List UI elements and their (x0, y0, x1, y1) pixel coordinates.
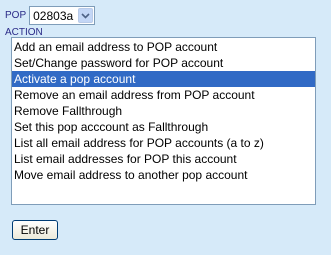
action-option[interactable]: List all email address for POP accounts … (12, 135, 315, 151)
enter-button[interactable]: Enter (12, 220, 58, 240)
chevron-down-icon (81, 12, 90, 19)
action-option[interactable]: Set this pop acccount as Fallthrough (12, 119, 315, 135)
pop-select[interactable]: 02803a (29, 6, 96, 25)
pop-select-value: 02803a (33, 8, 74, 23)
action-option[interactable]: Set/Change password for POP account (12, 55, 315, 71)
action-option[interactable]: Activate a pop account (12, 71, 315, 87)
action-option[interactable]: Remove an email address from POP account (12, 87, 315, 103)
action-listbox[interactable]: Add an email address to POP account Set/C… (11, 37, 316, 205)
pop-label: POP (5, 10, 27, 21)
action-option[interactable]: Add an email address to POP account (12, 39, 315, 55)
pop-row: POP 02803a (5, 5, 96, 26)
action-option[interactable]: List email addresses for POP this accoun… (12, 151, 315, 167)
dropdown-button[interactable] (78, 8, 94, 23)
action-option[interactable]: Remove Fallthrough (12, 103, 315, 119)
action-option[interactable]: Move email address to another pop accoun… (12, 167, 315, 183)
